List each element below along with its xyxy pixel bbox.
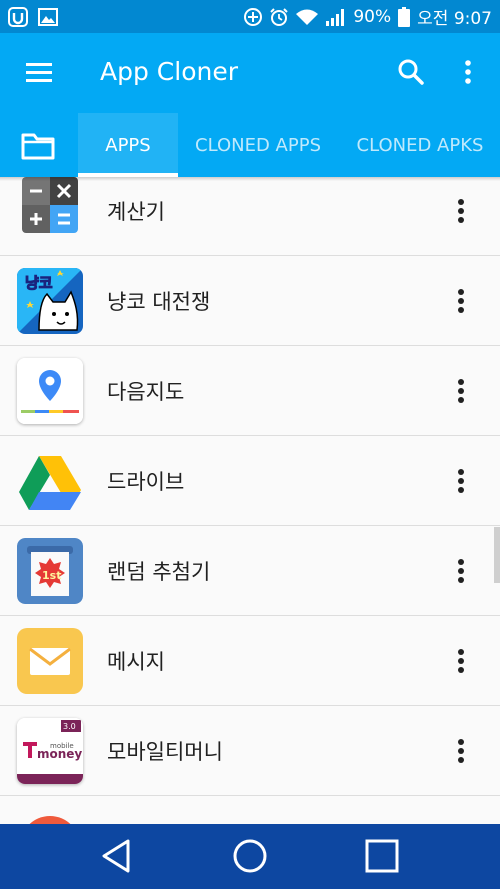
list-item[interactable]: [0, 796, 500, 824]
list-item[interactable]: 1st 랜덤 추첨기: [0, 526, 500, 616]
item-more-icon[interactable]: [448, 191, 474, 231]
google-drive-icon: [17, 448, 83, 514]
battery-percent: 90%: [353, 6, 392, 27]
app-name: 랜덤 추첨기: [107, 560, 211, 584]
daum-map-icon: [17, 358, 83, 424]
signal-icon: [325, 7, 347, 27]
app-name: 드라이브: [107, 470, 185, 494]
item-more-icon[interactable]: [448, 461, 474, 501]
draw-badge-text: 1st: [42, 569, 61, 582]
item-more-icon[interactable]: [448, 281, 474, 321]
list-item[interactable]: 냥코 냥코 대전쟁: [0, 256, 500, 346]
item-more-icon[interactable]: [448, 731, 474, 771]
app-name: 계산기: [107, 200, 165, 224]
message-icon: [17, 628, 83, 694]
data-saver-icon: [243, 7, 263, 27]
tmoney-version-text: 3.0: [63, 722, 76, 731]
mobile-tmoney-icon: 3.0 mobile money: [17, 718, 83, 784]
item-more-icon[interactable]: [448, 641, 474, 681]
list-item[interactable]: 다음지도: [0, 346, 500, 436]
app-name: 다음지도: [107, 380, 185, 404]
app-name: 냥코 대전쟁: [107, 290, 211, 314]
scrollbar-thumb[interactable]: [494, 527, 500, 583]
back-icon[interactable]: [98, 836, 138, 876]
home-icon[interactable]: [230, 836, 270, 876]
list-item[interactable]: 드라이브: [0, 436, 500, 526]
app-list[interactable]: 계산기 냥코 냥코 대전쟁 다음지도 드라이브 1st 랜덤 추첨기 메시지 3…: [0, 177, 500, 824]
app-icon-partial: [17, 808, 83, 824]
app-name: 메시지: [107, 650, 165, 674]
tab-apps[interactable]: APPS: [78, 113, 178, 177]
cats-logo-text: 냥코: [25, 274, 53, 292]
app-bar: App Cloner: [0, 33, 500, 113]
menu-icon[interactable]: [22, 59, 56, 87]
battle-cats-icon: 냥코: [17, 268, 83, 334]
wifi-icon: [295, 7, 319, 27]
tab-cloned-apps[interactable]: CLONED APPS: [182, 113, 334, 177]
list-item[interactable]: 계산기: [0, 177, 500, 256]
list-item[interactable]: 메시지: [0, 616, 500, 706]
item-more-icon[interactable]: [448, 371, 474, 411]
alarm-icon: [269, 7, 289, 27]
tmoney-money-text: money: [37, 747, 82, 761]
gallery-notification-icon: [38, 7, 58, 27]
app-name: 모바일티머니: [107, 740, 223, 764]
calculator-icon: [22, 177, 78, 233]
folder-icon[interactable]: [20, 131, 56, 161]
random-draw-icon: 1st: [17, 538, 83, 604]
clock: 오전 9:07: [417, 9, 492, 29]
tab-shadow: [0, 177, 500, 181]
navigation-bar: [0, 824, 500, 889]
tab-cloned-apks[interactable]: CLONED APKS: [346, 113, 494, 177]
status-bar: 90% 오전 9:07: [0, 0, 500, 33]
battery-icon: [397, 6, 411, 27]
list-item[interactable]: 3.0 mobile money 모바일티머니: [0, 706, 500, 796]
search-icon[interactable]: [396, 57, 426, 87]
overflow-menu-icon[interactable]: [458, 57, 478, 87]
tmap-notification-icon: [8, 6, 28, 27]
tab-bar: APPS CLONED APPS CLONED APKS: [0, 113, 500, 177]
item-more-icon[interactable]: [448, 551, 474, 591]
recents-icon[interactable]: [362, 836, 402, 876]
app-title: App Cloner: [100, 57, 238, 86]
